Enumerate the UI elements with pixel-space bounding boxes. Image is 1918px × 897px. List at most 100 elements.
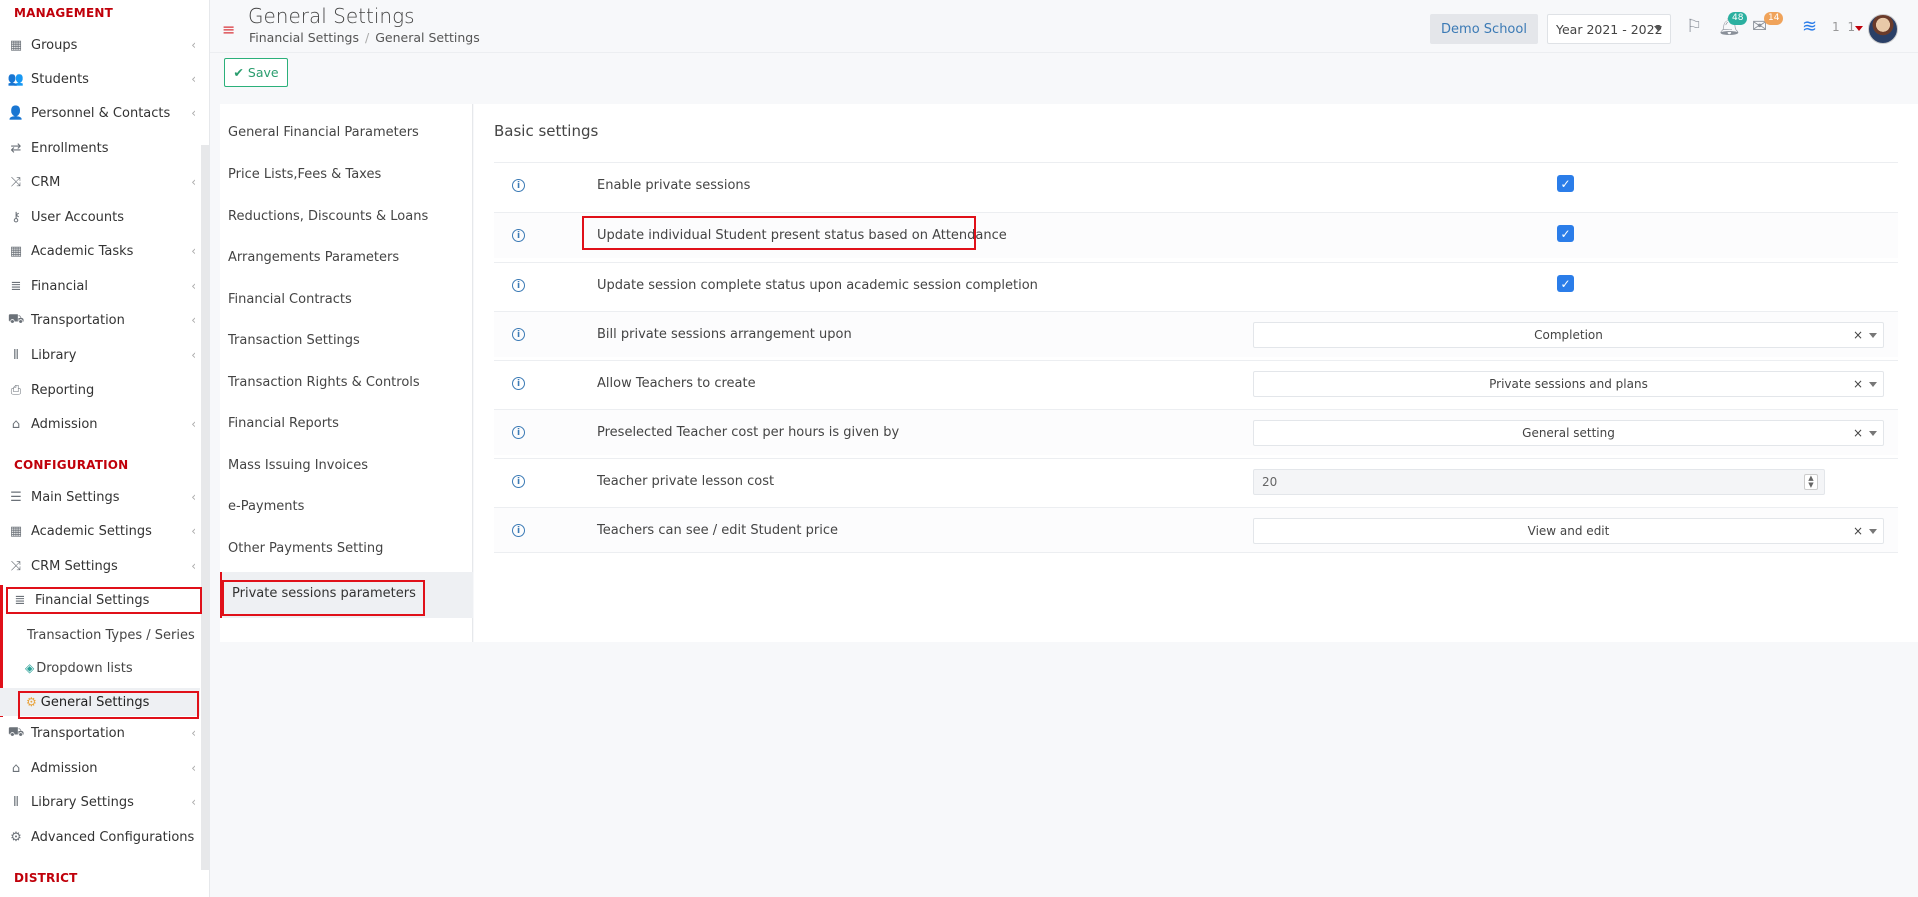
sidebar-item-label: CRM: [31, 174, 61, 190]
teacher-cost-source-select[interactable]: General setting ×: [1253, 420, 1884, 446]
menu-item-financial-reports[interactable]: Financial Reports: [228, 416, 339, 431]
chevron-left-icon: ‹: [191, 38, 196, 52]
page-title: General Settings: [248, 4, 415, 28]
sidebar-item-groups[interactable]: ▦ Groups ‹: [0, 30, 200, 60]
sidebar-item-admission[interactable]: ⌂ Admission ‹: [0, 409, 200, 439]
building-icon: ⌂: [11, 416, 21, 432]
chevron-left-icon: ‹: [191, 72, 196, 86]
year-select[interactable]: Year 2021 - 2022: [1547, 14, 1671, 44]
setting-row: i Teachers can see / edit Student price …: [494, 507, 1898, 553]
clear-icon[interactable]: ×: [1853, 328, 1863, 342]
clear-icon[interactable]: ×: [1853, 524, 1863, 538]
chevron-left-icon: ‹: [191, 348, 196, 362]
sidebar-item-students[interactable]: 👥 Students ‹: [0, 64, 200, 94]
chevron-left-icon: ‹: [191, 726, 196, 740]
teacher-lesson-cost-input[interactable]: 20 ▲ ▼: [1253, 469, 1825, 495]
sidebar-item-label: User Accounts: [31, 209, 125, 225]
menu-item-reductions[interactable]: Reductions, Discounts & Loans: [228, 209, 428, 224]
chevron-left-icon: ‹: [191, 279, 196, 293]
breadcrumb-item[interactable]: Financial Settings: [249, 30, 359, 45]
building-icon: ⌂: [11, 760, 21, 776]
sidebar-item-transportation[interactable]: ⛟ Transportation ‹: [0, 305, 200, 335]
sidebar-subitem-transaction-types[interactable]: Transaction Types / Series: [0, 621, 200, 649]
sidebar-item-academic-settings[interactable]: ▦ Academic Settings ‹: [0, 516, 200, 546]
bill-private-sessions-select[interactable]: Completion ×: [1253, 322, 1884, 348]
sidebar-item-admission-settings[interactable]: ⌂ Admission ‹: [0, 753, 200, 783]
sidebar-item-personnel[interactable]: 👤 Personnel & Contacts ‹: [0, 98, 200, 128]
info-icon[interactable]: i: [512, 524, 525, 537]
menu-item-general-financial-parameters[interactable]: General Financial Parameters: [228, 125, 419, 140]
info-icon[interactable]: i: [512, 229, 525, 242]
select-value: View and edit: [1527, 524, 1610, 538]
chevron-left-icon: ‹: [191, 524, 196, 538]
menu-item-mass-issuing-invoices[interactable]: Mass Issuing Invoices: [228, 458, 368, 473]
chevron-left-icon: ‹: [191, 244, 196, 258]
app: MANAGEMENT ▦ Groups ‹ 👥 Students ‹ 👤 Per…: [0, 0, 1918, 897]
sidebar-item-label: Reporting: [31, 382, 95, 398]
chevron-left-icon: ‹: [191, 313, 196, 327]
sidebar-item-label: Library: [31, 347, 77, 363]
info-icon[interactable]: i: [512, 179, 525, 192]
chevron-left-icon: ‹: [191, 761, 196, 775]
student-price-permission-select[interactable]: View and edit ×: [1253, 518, 1884, 544]
enable-private-sessions-checkbox[interactable]: ✓: [1557, 175, 1574, 192]
sidebar-item-label: Personnel & Contacts: [31, 105, 171, 121]
sidebar-item-label: Students: [31, 71, 89, 87]
hamburger-menu-icon[interactable]: ≡: [222, 20, 235, 39]
sidebar-item-reporting[interactable]: ⎙ Reporting: [0, 375, 200, 405]
clear-icon[interactable]: ×: [1853, 426, 1863, 440]
sidebar-scrollbar[interactable]: [201, 145, 209, 870]
save-button[interactable]: ✔ Save: [224, 58, 288, 87]
menu-item-e-payments[interactable]: e-Payments: [228, 499, 304, 514]
update-session-complete-status-checkbox[interactable]: ✓: [1557, 275, 1574, 292]
sidebar-item-label: Academic Settings: [31, 523, 152, 539]
avatar[interactable]: [1868, 14, 1898, 44]
menu-item-arrangements-parameters[interactable]: Arrangements Parameters: [228, 250, 399, 265]
info-icon[interactable]: i: [512, 279, 525, 292]
setting-label: Teacher private lesson cost: [597, 474, 775, 489]
setting-label: Allow Teachers to create: [597, 376, 756, 391]
books-icon: ⫴: [13, 794, 19, 810]
allow-teachers-create-select[interactable]: Private sessions and plans ×: [1253, 371, 1884, 397]
groups-icon: ▦: [9, 523, 23, 539]
info-icon[interactable]: i: [512, 377, 525, 390]
sidebar-item-library-settings[interactable]: ⫴ Library Settings ‹: [0, 787, 200, 817]
clear-icon[interactable]: ×: [1853, 377, 1863, 391]
layers-icon[interactable]: ≋: [1802, 16, 1817, 37]
breadcrumb-separator: /: [364, 30, 370, 45]
update-student-present-status-checkbox[interactable]: ✓: [1557, 225, 1574, 242]
sidebar-item-library[interactable]: ⫴ Library ‹: [0, 340, 200, 370]
info-icon[interactable]: i: [512, 328, 525, 341]
school-selector[interactable]: Demo School: [1430, 14, 1538, 44]
chevron-left-icon: ‹: [191, 106, 196, 120]
sidebar-item-crm[interactable]: ⤨ CRM ‹: [0, 167, 200, 197]
enrollments-icon: ⇄: [10, 140, 22, 156]
sidebar-subitem-dropdown-lists[interactable]: ◈ Dropdown lists: [0, 654, 200, 682]
key-icon: ⚷: [11, 209, 21, 225]
select-value: Private sessions and plans: [1489, 377, 1648, 391]
setting-row: i Update session complete status upon ac…: [494, 262, 1898, 308]
sidebar-item-advanced-configurations[interactable]: ⚙ Advanced Configurations: [0, 822, 200, 852]
menu-item-financial-contracts[interactable]: Financial Contracts: [228, 292, 352, 307]
sidebar-item-enrollments[interactable]: ⇄ Enrollments: [0, 133, 200, 163]
menu-item-transaction-rights[interactable]: Transaction Rights & Controls: [228, 375, 420, 390]
menu-item-price-lists[interactable]: Price Lists,Fees & Taxes: [228, 167, 381, 182]
sidebar-item-financial[interactable]: ≣ Financial ‹: [0, 271, 200, 301]
menu-item-other-payments[interactable]: Other Payments Setting: [228, 541, 383, 556]
spinner-icon[interactable]: ▲ ▼: [1804, 474, 1818, 490]
sidebar: MANAGEMENT ▦ Groups ‹ 👥 Students ‹ 👤 Per…: [0, 0, 210, 897]
sidebar-item-transportation-settings[interactable]: ⛟ Transportation ‹: [0, 718, 200, 748]
sidebar-item-user-accounts[interactable]: ⚷ User Accounts: [0, 202, 200, 232]
sidebar-item-main-settings[interactable]: ☰ Main Settings ‹: [0, 482, 200, 512]
sidebar-item-academic-tasks[interactable]: ▦ Academic Tasks ‹: [0, 236, 200, 266]
highlight-box: [222, 580, 425, 616]
menu-item-transaction-settings[interactable]: Transaction Settings: [228, 333, 360, 348]
sidebar-item-crm-settings[interactable]: ⤨ CRM Settings ‹: [0, 551, 200, 581]
sidebar-item-label: CRM Settings: [31, 558, 118, 574]
select-value: General setting: [1522, 426, 1615, 440]
info-icon[interactable]: i: [512, 426, 525, 439]
info-icon[interactable]: i: [512, 475, 525, 488]
flag-icon[interactable]: ⚐: [1686, 16, 1702, 37]
messages-badge: 14: [1764, 12, 1784, 25]
caret-down-icon[interactable]: [1855, 26, 1863, 31]
